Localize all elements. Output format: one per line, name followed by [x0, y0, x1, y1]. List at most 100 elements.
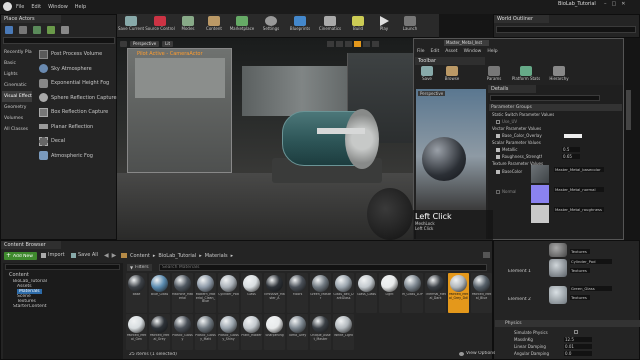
simulate-physics-checkbox[interactable]	[574, 330, 578, 334]
place-mode-icon[interactable]	[5, 26, 13, 34]
details-search[interactable]	[490, 95, 600, 101]
breadcrumb-materials[interactable]: Materials	[205, 253, 228, 259]
back-arrow-icon[interactable]: ◀	[104, 252, 109, 259]
base-color-swatch[interactable]	[563, 133, 582, 138]
filters-button[interactable]: ▼ Filters	[127, 264, 152, 271]
play-button[interactable]: Play	[371, 14, 397, 37]
save-current-button[interactable]: Save Current	[117, 14, 145, 37]
normal-checkbox[interactable]	[496, 189, 500, 194]
forward-arrow-icon[interactable]: ▶	[112, 252, 117, 259]
asset-tile[interactable]: Plastic_Glossy	[172, 314, 193, 350]
asset-tile[interactable]: Emissive_Master_A	[264, 273, 285, 313]
modes-search[interactable]	[3, 37, 115, 44]
asset-tile[interactable]: M_Glass_LOP	[402, 273, 423, 313]
asset-tile[interactable]: Plant_Holder	[241, 314, 262, 350]
basecolor-thumb[interactable]	[531, 165, 549, 183]
details-tab[interactable]: Details	[488, 85, 536, 93]
element1-thumb[interactable]	[549, 259, 567, 277]
world-outliner-tab[interactable]: World Outliner	[494, 15, 549, 23]
landscape-mode-icon[interactable]	[33, 26, 41, 34]
asset-tile[interactable]: Glass	[241, 273, 262, 313]
menu-window[interactable]: Window	[464, 49, 482, 54]
close-icon[interactable]: ✕	[621, 1, 625, 7]
perspective-button[interactable]: Perspective	[130, 41, 160, 47]
build-button[interactable]: Build	[345, 14, 371, 37]
menu-file[interactable]: File	[16, 4, 24, 10]
launch-button[interactable]: Launch	[397, 14, 423, 37]
category-basic[interactable]: Basic	[2, 58, 32, 69]
translate-tool-icon[interactable]	[327, 41, 334, 47]
asset-tile[interactable]: Modern_Material_Clean_Blue	[195, 273, 216, 313]
category-lights[interactable]: Lights	[2, 69, 32, 80]
material-editor-tab[interactable]: Master_Metal_Inst	[444, 40, 489, 46]
menu-help[interactable]: Help	[487, 49, 497, 54]
element1-material-select[interactable]: Cylinder_Pod	[570, 259, 612, 264]
metallic-value[interactable]: 0.5	[562, 147, 580, 152]
actor-item[interactable]: Decal	[39, 134, 117, 149]
lit-button[interactable]: Lit	[162, 41, 174, 47]
metallic-checkbox[interactable]	[496, 147, 500, 152]
element2-material-select[interactable]: Green_Glass	[570, 286, 612, 291]
element1-textures-select[interactable]: Textures	[570, 268, 590, 273]
menu-edit[interactable]: Edit	[31, 4, 41, 10]
content-button[interactable]: Content	[201, 14, 227, 37]
basecolor-texture-select[interactable]: Master_Metal_basecolor	[554, 167, 604, 172]
asset-tile[interactable]: Machine_Material	[172, 273, 193, 313]
asset-tile[interactable]: Sharpening	[264, 314, 285, 350]
asset-tile[interactable]: Floors	[287, 273, 308, 313]
roughness-texture-select[interactable]: Master_Metal_roughness	[554, 207, 604, 212]
platform-stats-button[interactable]: Platform Stats	[510, 66, 542, 86]
actor-item[interactable]: Atmospheric Fog	[39, 149, 117, 164]
paint-mode-icon[interactable]	[19, 26, 27, 34]
history-icon[interactable]	[483, 252, 490, 258]
asset-tile[interactable]: Thermal_Metal_Dark	[425, 273, 446, 313]
normal-texture-select[interactable]: Master_Metal_normal	[554, 187, 604, 192]
linear-damping-value[interactable]: 0.01	[564, 344, 592, 349]
breadcrumb-biolab[interactable]: BioLab_Tutorial	[158, 253, 196, 259]
asset-tile[interactable]: White_Light	[333, 314, 354, 350]
element0-textures-select[interactable]: Textures	[570, 249, 590, 254]
hierarchy-button[interactable]: Hierarchy	[544, 66, 574, 86]
asset-tile[interactable]: Unique_Asset_Master	[310, 314, 331, 350]
actor-item[interactable]: Sphere Reflection Capture	[39, 91, 117, 106]
cinematics-button[interactable]: Cinematics	[315, 14, 345, 37]
add-new-button[interactable]: + Add New	[4, 252, 37, 260]
use-uv-checkbox[interactable]	[496, 119, 500, 124]
marketplace-button[interactable]: Marketplace	[227, 14, 257, 37]
actor-item[interactable]: Post Process Volume	[39, 47, 117, 62]
viewport-options-button[interactable]	[120, 41, 127, 47]
preview-perspective-label[interactable]: Perspective	[418, 91, 446, 96]
asset-tile[interactable]: Glass_Bell_DarkGlass	[333, 273, 354, 313]
physics-header[interactable]: Physics	[495, 320, 640, 327]
base-color-checkbox[interactable]	[496, 133, 500, 138]
actor-item[interactable]: Exponential Height Fog	[39, 76, 117, 91]
tree-search[interactable]	[5, 264, 120, 270]
category-recently-placed[interactable]: Recently Placed	[2, 47, 32, 58]
view-options-button[interactable]: View Options	[459, 351, 495, 356]
roughness-value[interactable]: 0.65	[562, 154, 580, 159]
asset-tile[interactable]: Painted_Metal_Blue	[471, 273, 492, 313]
modes-button[interactable]: Modes	[175, 14, 201, 37]
maximize-icon[interactable]: □	[612, 1, 617, 7]
roughness-thumb[interactable]	[531, 205, 549, 223]
source-control-button[interactable]: Source Control	[145, 14, 175, 37]
element2-textures-select[interactable]: Textures	[570, 295, 590, 300]
menu-file[interactable]: File	[417, 49, 425, 54]
angular-damping-value[interactable]: 0.0	[564, 351, 592, 356]
menu-window[interactable]: Window	[48, 4, 68, 10]
static-switch-group[interactable]: Static Switch Parameter Values	[492, 112, 554, 117]
asset-tile[interactable]: Base	[126, 273, 147, 313]
modes-tab[interactable]: Place Actors	[1, 15, 61, 23]
tree-item-content[interactable]: Content	[9, 272, 29, 278]
menu-asset[interactable]: Asset	[445, 49, 457, 54]
roughness-checkbox[interactable]	[496, 154, 500, 159]
actor-item[interactable]: Box Reflection Capture	[39, 105, 117, 120]
menu-edit[interactable]: Edit	[431, 49, 440, 54]
content-browser-tab[interactable]: Content Browser	[1, 241, 61, 249]
category-geometry[interactable]: Geometry	[2, 102, 32, 113]
geometry-mode-icon[interactable]	[61, 26, 69, 34]
menu-help[interactable]: Help	[75, 4, 86, 10]
actor-item[interactable]: Sky Atmosphere	[39, 62, 117, 77]
asset-tile[interactable]: Painted_Metal_Grey	[149, 314, 170, 350]
category-visual-effects[interactable]: Visual Effects	[2, 91, 32, 102]
